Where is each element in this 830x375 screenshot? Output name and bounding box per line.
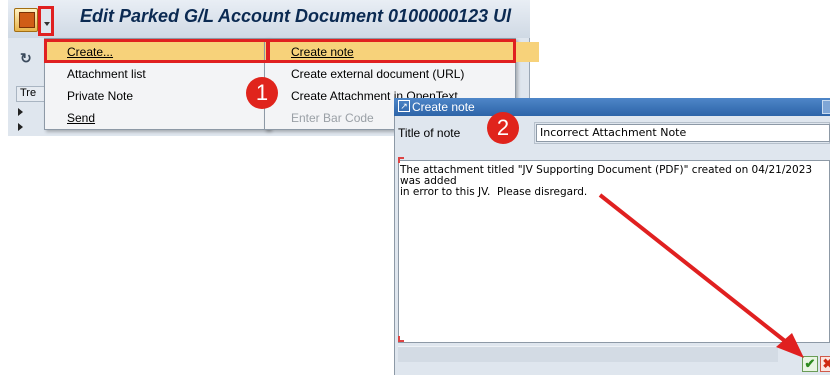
step-marker-2: 2 [487,112,519,144]
refresh-icon[interactable]: ↻ [20,50,36,66]
highlight-box-create [44,39,270,63]
page-title: Edit Parked G/L Account Document 0100000… [80,6,512,26]
tree-expand-icon[interactable] [18,108,23,116]
note-body-text: The attachment titled "JV Supporting Doc… [400,164,813,198]
menu-item-label: Private Note [67,89,134,103]
menu-item-label: Attachment list [67,67,146,81]
highlight-box-create-note [266,39,516,63]
services-icon [19,12,35,28]
text-area-corner-marker [398,336,404,342]
cancel-button[interactable]: ✖ [820,356,830,372]
text-area-corner-marker [398,157,404,163]
title-of-note-input[interactable]: Incorrect Attachment Note [536,124,830,142]
close-icon[interactable] [822,100,830,114]
dialog-title: Create note [412,100,475,114]
submenu-item-label: Enter Bar Code [291,111,374,125]
highlight-box-services [38,6,54,36]
submenu-item-label: Create external document (URL) [291,67,465,81]
step-marker-1: 1 [246,77,278,109]
submenu-item-create-external-document[interactable]: Create external document (URL) [265,64,539,84]
services-for-object-button[interactable] [14,8,38,32]
dialog-window-icon: ↗ [398,100,410,112]
confirm-check-button[interactable]: ✔ [802,356,818,372]
tree-expand-icon[interactable] [18,123,23,131]
menu-item-send[interactable]: Send [45,108,287,128]
menu-item-label: Send [67,111,96,125]
tree-tab[interactable]: Tre [16,86,46,102]
title-of-note-label: Title of note [398,126,461,140]
dialog-status-line [398,346,778,362]
